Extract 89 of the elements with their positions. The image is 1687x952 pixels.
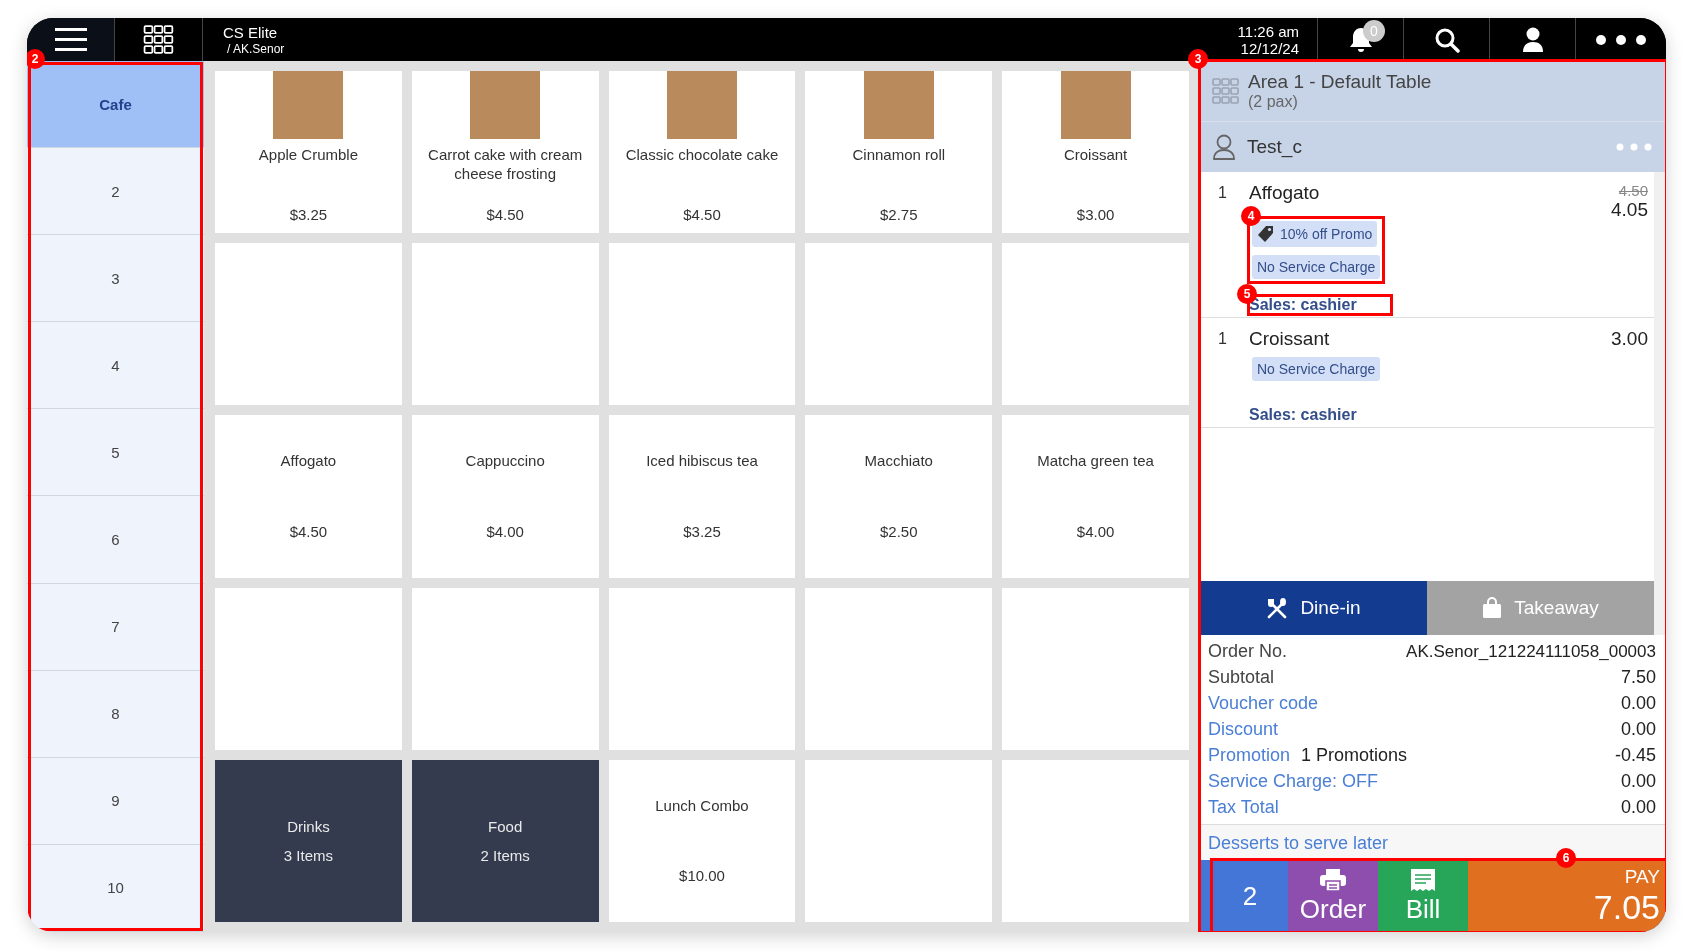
summary-label: Order No. [1208,641,1288,662]
summary-value: 7.50 [1620,667,1656,688]
more-icon [1595,33,1647,46]
product-tile[interactable]: Matcha green tea $4.00 [1002,415,1189,578]
time-text: 11:26 am [1237,22,1299,40]
product-name: Cinnamon roll [852,145,946,164]
product-name: Classic chocolate cake [625,145,779,164]
product-tile[interactable]: Croissant $3.00 [1002,71,1189,234]
menu-button[interactable] [27,18,115,61]
product-price: $4.50 [486,206,524,224]
product-name: Iced hibiscus tea [646,451,758,471]
cutlery-icon [1266,597,1289,619]
product-price: $3.00 [1076,206,1115,224]
product-price: $3.25 [683,522,721,540]
product-price: $4.00 [486,522,524,540]
summary-value: 0.00 [1620,797,1656,818]
date-text: 12/12/24 [1240,39,1299,57]
tag-icon [1257,225,1275,243]
product-tile[interactable]: Carrot cake with cream cheese frosting $4.50 [411,71,599,234]
item-name: Croissant [1249,328,1330,350]
store-name: CS Elite [223,23,279,41]
summary-link[interactable]: Tax Total [1208,797,1279,818]
menu-icon [53,25,88,54]
product-price: $4.50 [683,206,721,224]
item-price: 3.00 [1611,328,1648,350]
user-name: / AK.Senor [226,41,286,56]
product-price: $2.50 [880,522,918,540]
product-name: Lunch Combo [655,795,749,815]
annotation-number: 4 [1241,206,1261,226]
category-tile[interactable]: Food 2 Items [411,759,599,922]
product-tile[interactable]: Iced hibiscus tea $3.25 [608,415,796,578]
summary-value: -0.45 [1614,745,1656,766]
product-name: Carrot cake with cream cheese frosting [427,145,584,183]
customer-name: Test_c [1247,136,1303,158]
summary-link[interactable]: Promotion [1208,745,1291,766]
table-name: Area 1 - Default Table [1248,71,1432,93]
item-count: 2 Items [480,846,530,864]
product-name: Croissant [1063,145,1128,164]
product-tile[interactable]: Macchiato $2.50 [805,415,993,578]
summary-link[interactable]: Voucher code [1208,693,1319,714]
grid-icon [141,24,176,55]
promo-label: 10% off Promo [1280,226,1373,242]
product-tile[interactable]: Affogato $4.50 [215,415,402,578]
person-icon [1212,134,1236,160]
modifier-tag: No Service Charge [1252,255,1381,279]
item-count: 3 Items [283,846,333,864]
printer-icon [1319,867,1347,892]
product-tile[interactable]: Cappuccino $4.00 [411,415,599,578]
product-tile[interactable]: Cinnamon roll $2.75 [805,71,993,234]
summary-link[interactable]: Discount [1208,719,1279,740]
category-name: Food [488,817,523,835]
table-icon [1212,77,1240,105]
user-icon [1521,26,1544,53]
summary-value: 0.00 [1620,693,1656,714]
item-quantity: 1 [1218,183,1228,202]
summary-value: AK.Senor_121224111058_00003 [1406,642,1656,662]
product-price: $10.00 [679,867,725,884]
product-tile[interactable]: Apple Crumble $3.25 [215,71,402,234]
summary-value: 0.00 [1620,771,1656,792]
product-price: $4.50 [289,522,328,540]
summary-value: 0.00 [1620,719,1656,740]
receipt-icon [1410,867,1436,892]
original-price: 4.50 [1618,182,1648,199]
search-icon [1433,26,1460,53]
product-price: $2.75 [880,206,918,224]
product-name: Apple Crumble [258,145,358,164]
item-price: 4.05 [1611,199,1648,221]
category-tile[interactable]: Drinks 3 Items [215,759,402,922]
product-tile[interactable]: Lunch Combo $10.00 [608,759,796,922]
summary-detail: 1 Promotions [1301,745,1408,766]
order-type-tab[interactable]: Dine-in [1200,581,1427,635]
product-price: $3.25 [289,206,328,224]
shopping-bag-icon [1482,597,1503,619]
order-button[interactable]: Order [1288,860,1378,932]
product-name: Cappuccino [465,451,545,471]
summary-label: Subtotal [1208,667,1275,688]
product-name: Matcha green tea [1037,451,1154,471]
modifier-tag: No Service Charge [1252,357,1381,381]
summary-link[interactable]: Service Charge: OFF [1208,771,1379,792]
item-quantity: 1 [1218,329,1228,348]
product-price: $4.00 [1076,522,1115,540]
product-tile[interactable]: Classic chocolate cake $4.50 [608,71,796,234]
order-item[interactable]: 1 Croissant No Service Charge Sales: cashier 3.00 [1200,318,1654,428]
product-name: Macchiato [864,451,933,471]
salesperson-text: Sales: cashier [1249,406,1357,424]
item-name: Affogato [1249,182,1320,204]
category-name: Drinks [287,817,330,835]
product-name: Affogato [280,451,337,471]
pax-count: (2 pax) [1248,93,1299,111]
